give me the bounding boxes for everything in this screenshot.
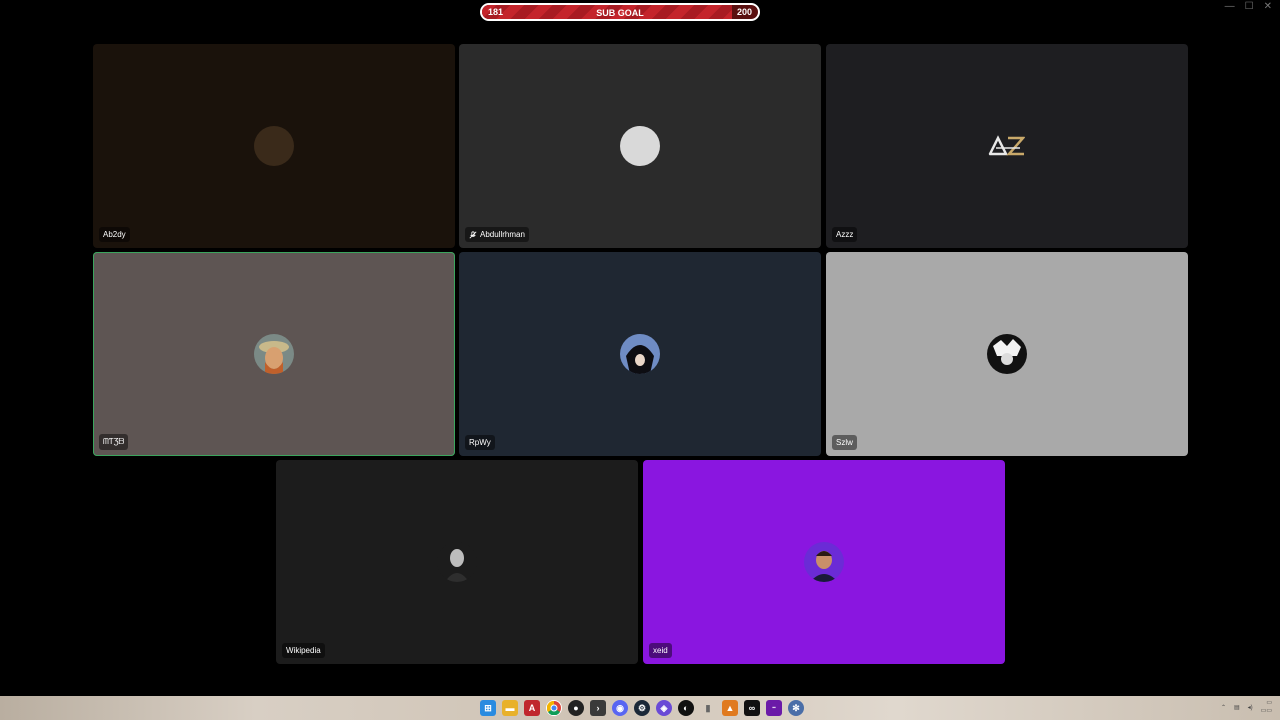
participant-tile[interactable]: Ab2dy [93, 44, 455, 248]
participant-name: Abdullrhman [480, 230, 525, 239]
participant-name: RpWy [469, 438, 491, 447]
participant-tile[interactable]: xeid [643, 460, 1005, 664]
participant-name: Ab2dy [103, 230, 126, 239]
avatar [254, 334, 294, 374]
participant-name-tag: Szlw [832, 435, 857, 450]
avatar [620, 334, 660, 374]
participant-tile[interactable]: Szlw [826, 252, 1188, 456]
network-icon[interactable]: ▤ [1234, 704, 1240, 711]
avatar [804, 542, 844, 582]
avatar [254, 126, 294, 166]
participant-name-tag: Azzz [832, 227, 858, 242]
participant-name: ᗰƬƷᗷ [103, 437, 125, 446]
participant-tile[interactable]: Abdullrhman [459, 44, 821, 248]
participant-name-tag: Ab2dy [99, 227, 130, 242]
app-circle-icon[interactable]: ◐ [678, 700, 694, 716]
steam-icon[interactable]: ⚙ [634, 700, 650, 716]
participant-name-tag: Abdullrhman [465, 227, 529, 242]
participant-name: Szlw [836, 438, 853, 447]
volume-icon[interactable]: ◂) [1248, 704, 1253, 711]
sub-goal-title: SUB GOAL [596, 8, 644, 18]
mouse-icon[interactable]: ▮ [700, 700, 716, 716]
clock-date-icon: ▭▭ [1260, 708, 1272, 714]
avatar [437, 542, 477, 582]
system-tray: ⌃ ▤ ◂) ▭ ▭▭ [1221, 699, 1272, 715]
participant-name-tag: Wikipedia [282, 643, 325, 658]
file-explorer-icon[interactable]: ▬ [502, 700, 518, 716]
az-logo-icon [987, 135, 1026, 156]
windows-icon[interactable]: ⊞ [480, 700, 496, 716]
participant-tile[interactable]: RpWy [459, 252, 821, 456]
terminal-icon[interactable]: › [590, 700, 606, 716]
participant-tile[interactable]: Azzz [826, 44, 1188, 248]
app-next-icon[interactable]: ▪▪ [766, 700, 782, 716]
avatar [620, 126, 660, 166]
window-controls: — ☐ ✕ [1225, 2, 1272, 12]
chrome-icon[interactable] [546, 700, 562, 716]
clock[interactable]: ▭ ▭▭ [1261, 699, 1272, 715]
participant-name-tag: xeid [649, 643, 672, 658]
maximize-icon[interactable]: ☐ [1245, 2, 1254, 12]
participant-name: Azzz [836, 230, 854, 239]
participant-tile[interactable]: Wikipedia [276, 460, 638, 664]
settings-icon[interactable]: ✻ [788, 700, 804, 716]
tray-chevron-icon[interactable]: ⌃ [1221, 704, 1226, 711]
avatar [987, 334, 1027, 374]
clock-time-icon: ▭ [1266, 700, 1272, 706]
app-black-icon[interactable]: ∞ [744, 700, 760, 716]
participant-name: xeid [653, 646, 668, 655]
participant-tile[interactable]: ᗰƬƷᗷ [93, 252, 455, 456]
participant-name-tag: ᗰƬƷᗷ [99, 434, 129, 450]
app-purple-icon[interactable]: ◈ [656, 700, 672, 716]
app-flame-icon[interactable]: ▲ [722, 700, 738, 716]
app-a-icon[interactable]: A [524, 700, 540, 716]
mic-muted-icon [469, 230, 477, 238]
participant-name: Wikipedia [286, 646, 321, 655]
discord-icon[interactable]: ◉ [612, 700, 628, 716]
minimize-icon[interactable]: — [1225, 2, 1235, 12]
sub-goal-bar: 181 200 SUB GOAL [480, 3, 760, 21]
participant-name-tag: RpWy [465, 435, 495, 450]
close-icon[interactable]: ✕ [1264, 2, 1272, 12]
avatar [987, 126, 1027, 166]
taskbar-icons: ⊞ ▬ A ● › ◉ ⚙ ◈ ◐ ▮ ▲ ∞ ▪▪ ✻ [480, 700, 804, 716]
taskbar: ⊞ ▬ A ● › ◉ ⚙ ◈ ◐ ▮ ▲ ∞ ▪▪ ✻ ⌃ ▤ ◂) ▭ ▭▭ [0, 696, 1280, 720]
github-icon[interactable]: ● [568, 700, 584, 716]
